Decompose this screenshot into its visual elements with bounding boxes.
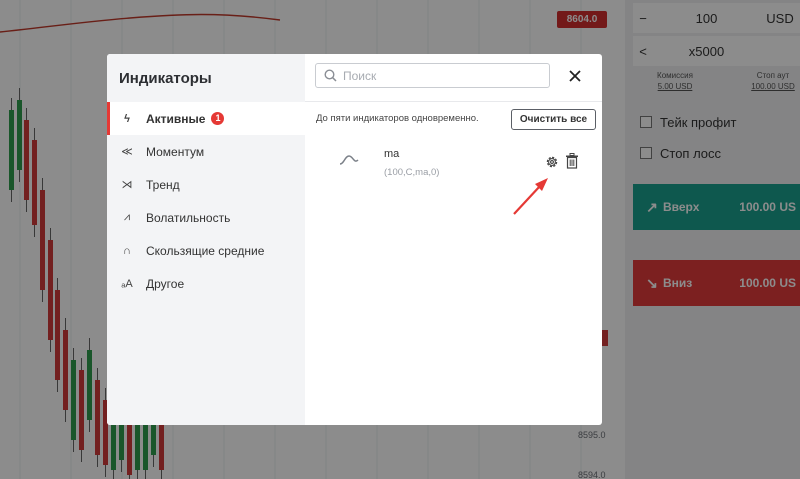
max-indicators-hint: До пяти индикаторов одновременно. [316,113,479,124]
active-count-badge: 1 [211,112,225,125]
category-moving-averages[interactable]: ∩ Скользящие средние [107,234,305,267]
search-input[interactable] [343,68,533,83]
clear-all-button[interactable]: Очистить все [511,109,596,130]
category-other[interactable]: ₐA Другое [107,267,305,300]
indicator-categories-sidebar: Индикаторы ϟ Активные 1 ≪ Моментум ⋊ Тре… [107,54,305,425]
indicator-row[interactable]: ma (100,C,ma,0) [305,142,602,182]
trash-icon[interactable] [565,153,579,169]
indicator-content: До пяти индикаторов одновременно. Очисти… [305,54,602,425]
indicators-dialog: Индикаторы ϟ Активные 1 ≪ Моментум ⋊ Тре… [107,54,602,425]
moving-average-icon: ∩ [123,244,131,257]
category-label: Тренд [146,177,180,192]
category-label: Волатильность [146,210,231,225]
volatility-icon: ⩘ [123,211,131,223]
category-trend[interactable]: ⋊ Тренд [107,168,305,201]
indicator-name: ma [384,148,400,160]
wave-icon [339,155,359,165]
category-label: Моментум [146,144,205,159]
category-label: Активные [146,111,206,126]
close-icon[interactable] [567,68,583,84]
gear-icon[interactable] [545,155,559,169]
lightning-icon: ϟ [124,112,130,125]
search-icon [324,69,337,82]
category-volatility[interactable]: ⩘ Волатильность [107,201,305,234]
indicator-params: (100,C,ma,0) [384,167,440,178]
dialog-title: Индикаторы [119,70,212,87]
category-momentum[interactable]: ≪ Моментум [107,135,305,168]
search-box[interactable] [315,63,550,88]
other-icon: ₐA [121,277,133,290]
divider [305,101,602,102]
momentum-icon: ≪ [121,146,133,158]
category-label: Другое [146,276,185,291]
trend-icon: ⋊ [121,179,133,191]
category-active[interactable]: ϟ Активные 1 [107,102,305,135]
category-label: Скользящие средние [146,243,265,258]
